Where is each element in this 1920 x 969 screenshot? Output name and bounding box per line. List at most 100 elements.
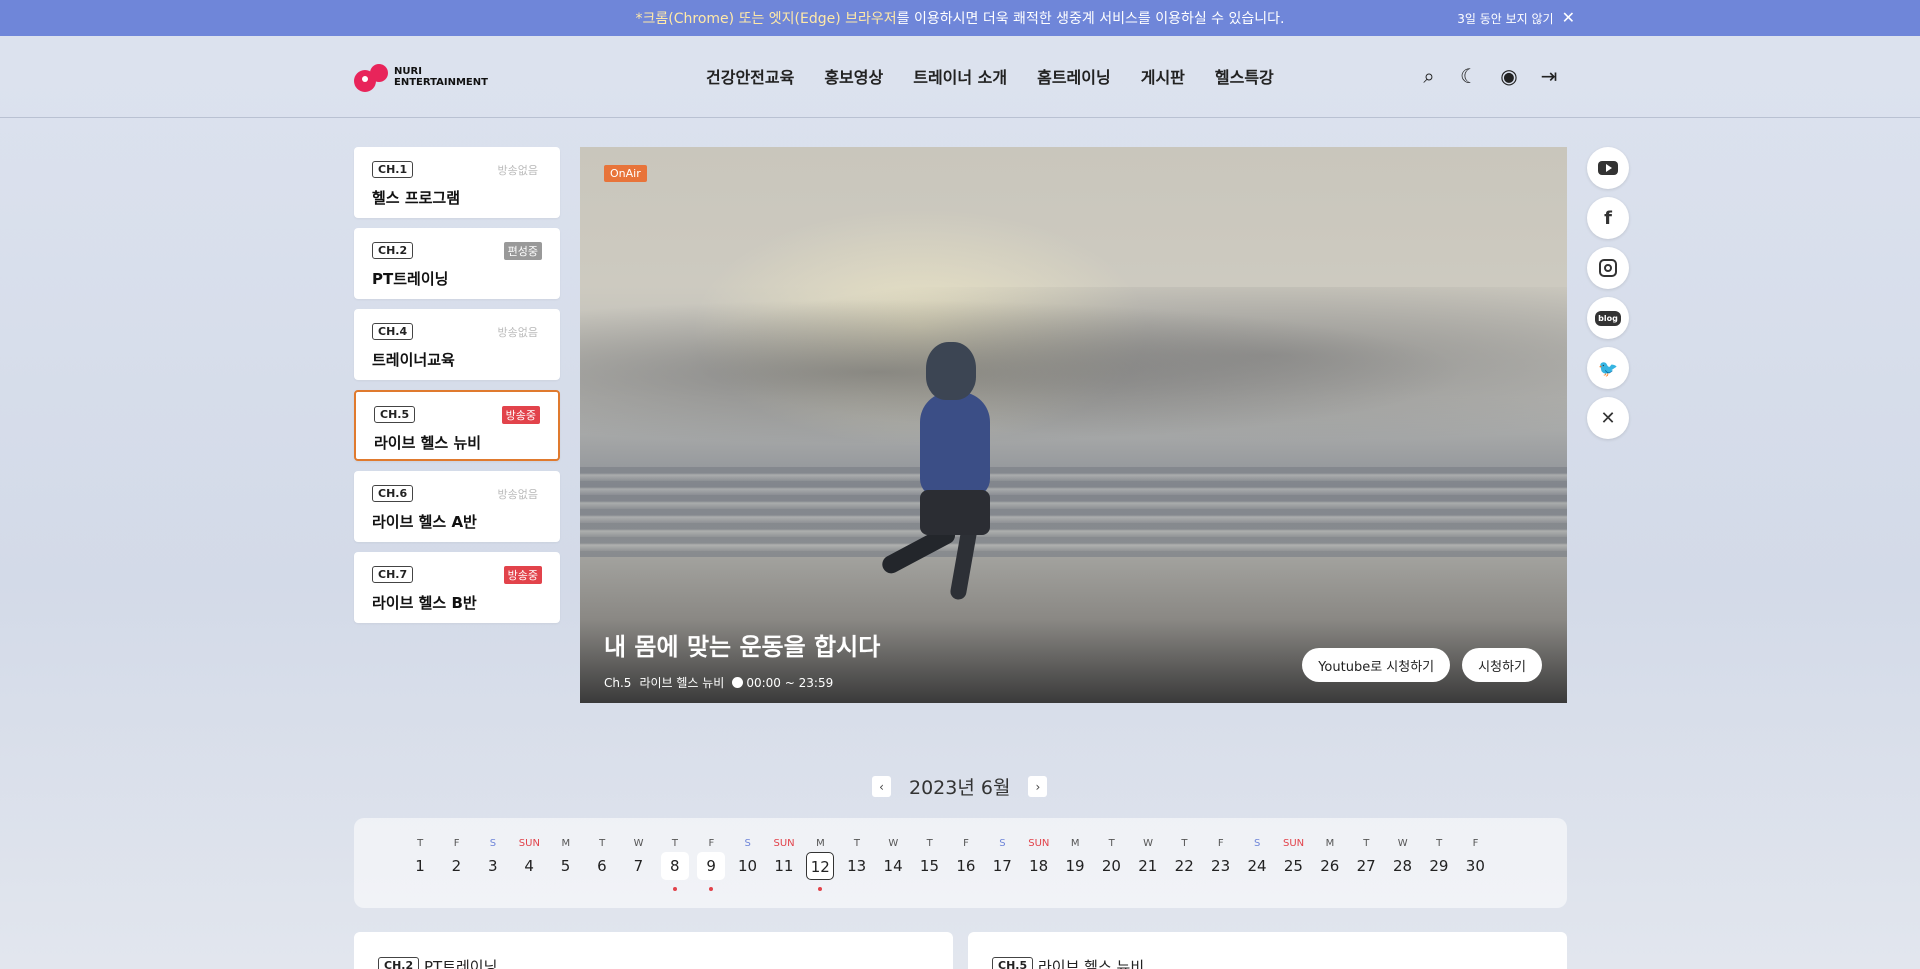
calendar-day[interactable]: T1 bbox=[402, 818, 438, 908]
day-number[interactable]: 30 bbox=[1461, 852, 1489, 880]
day-number[interactable]: 5 bbox=[552, 852, 580, 880]
instagram-link[interactable] bbox=[1587, 247, 1629, 289]
calendar-day[interactable]: W 28 bbox=[1385, 818, 1421, 908]
calendar-day[interactable]: SUN 4 bbox=[511, 818, 547, 908]
day-number[interactable]: 2 bbox=[442, 852, 470, 880]
facebook-link[interactable]: f bbox=[1587, 197, 1629, 239]
calendar-day[interactable]: F2 bbox=[438, 818, 474, 908]
calendar-day[interactable]: M 26 bbox=[1312, 818, 1348, 908]
day-number[interactable]: 12 bbox=[806, 852, 835, 880]
day-number[interactable]: 28 bbox=[1389, 852, 1417, 880]
calendar-day[interactable]: S 24 bbox=[1239, 818, 1275, 908]
calendar-day[interactable]: SUN 18 bbox=[1021, 818, 1057, 908]
day-number[interactable]: 1 bbox=[406, 852, 434, 880]
day-number[interactable]: 24 bbox=[1243, 852, 1271, 880]
day-number[interactable]: 29 bbox=[1425, 852, 1453, 880]
nav-item-5[interactable]: 헬스특강 bbox=[1215, 64, 1274, 88]
day-number[interactable]: 13 bbox=[843, 852, 871, 880]
day-number[interactable]: 9 bbox=[697, 852, 726, 880]
nav-item-2[interactable]: 트레이너 소개 bbox=[913, 64, 1007, 88]
channel-item[interactable]: CH.2 편성중 PT트레이닝 bbox=[354, 228, 560, 299]
next-month-button[interactable]: › bbox=[1028, 776, 1048, 797]
calendar-day[interactable]: T8 bbox=[657, 818, 693, 908]
calendar-day[interactable]: T 15 bbox=[911, 818, 947, 908]
channel-item[interactable]: CH.5 방송중 라이브 헬스 뉴비 bbox=[354, 390, 560, 461]
channel-item[interactable]: CH.1 방송없음 헬스 프로그램 bbox=[354, 147, 560, 218]
eye-icon[interactable]: ◉ bbox=[1498, 65, 1520, 87]
day-number[interactable]: 15 bbox=[915, 852, 943, 880]
day-number[interactable]: 3 bbox=[479, 852, 507, 880]
day-number[interactable]: 19 bbox=[1061, 852, 1089, 880]
calendar-day[interactable]: F 23 bbox=[1203, 818, 1239, 908]
notice-message: *크롬(Chrome) 또는 엣지(Edge) 브라우저를 이용하시면 더욱 쾌… bbox=[636, 8, 1285, 28]
notice-dismiss-label[interactable]: 3일 동안 보지 않기 bbox=[1457, 10, 1553, 27]
calendar-day[interactable]: T 22 bbox=[1166, 818, 1202, 908]
day-number[interactable]: 17 bbox=[988, 852, 1016, 880]
live-video-player[interactable]: OnAir 내 몸에 맞는 운동을 합시다 Ch.5 라이브 헬스 뉴비 00:… bbox=[580, 147, 1567, 703]
schedule-card-2[interactable]: CH.5 라이브 헬스 뉴비 bbox=[968, 932, 1567, 969]
day-number[interactable]: 11 bbox=[770, 852, 798, 880]
calendar-day[interactable]: T 27 bbox=[1348, 818, 1384, 908]
calendar-day[interactable]: W 14 bbox=[875, 818, 911, 908]
schedule-card-1[interactable]: CH.2 PT트레이닝 bbox=[354, 932, 953, 969]
blog-link[interactable]: blog bbox=[1587, 297, 1629, 339]
nav-item-0[interactable]: 건강안전교육 bbox=[706, 64, 794, 88]
close-icon[interactable]: ✕ bbox=[1562, 10, 1575, 26]
logo-line-2: ENTERTAINMENT bbox=[394, 77, 488, 88]
calendar-day[interactable]: W7 bbox=[620, 818, 656, 908]
channel-item[interactable]: CH.4 방송없음 트레이너교육 bbox=[354, 309, 560, 380]
day-number[interactable]: 8 bbox=[660, 852, 689, 880]
youtube-link[interactable] bbox=[1587, 147, 1629, 189]
login-icon[interactable]: ⇥ bbox=[1538, 65, 1560, 87]
watch-button[interactable]: 시청하기 bbox=[1462, 648, 1542, 682]
channel-item[interactable]: CH.6 방송없음 라이브 헬스 A반 bbox=[354, 471, 560, 542]
calendar-day[interactable]: W 21 bbox=[1130, 818, 1166, 908]
calendar-day[interactable]: M5 bbox=[548, 818, 584, 908]
search-icon[interactable]: ⌕ bbox=[1418, 65, 1440, 87]
calendar-day[interactable]: F9 bbox=[693, 818, 729, 908]
channel-number: CH.6 bbox=[372, 485, 414, 502]
calendar-day[interactable]: S 17 bbox=[984, 818, 1020, 908]
day-number[interactable]: 10 bbox=[734, 852, 762, 880]
calendar-day[interactable]: SUN 11 bbox=[766, 818, 802, 908]
day-number[interactable]: 22 bbox=[1170, 852, 1198, 880]
day-number[interactable]: 27 bbox=[1352, 852, 1380, 880]
day-number[interactable]: 25 bbox=[1279, 852, 1307, 880]
calendar-day[interactable]: F 30 bbox=[1457, 818, 1493, 908]
calendar-day[interactable]: SUN 25 bbox=[1275, 818, 1311, 908]
day-number[interactable]: 21 bbox=[1134, 852, 1162, 880]
moon-icon[interactable]: ☾ bbox=[1458, 65, 1480, 87]
day-number[interactable]: 20 bbox=[1097, 852, 1125, 880]
calendar-day[interactable]: T6 bbox=[584, 818, 620, 908]
nav-item-1[interactable]: 홍보영상 bbox=[824, 64, 883, 88]
channel-name: 라이브 헬스 A반 bbox=[372, 513, 477, 531]
nav-item-4[interactable]: 게시판 bbox=[1141, 64, 1185, 88]
calendar-day[interactable]: T 13 bbox=[839, 818, 875, 908]
nav-item-3[interactable]: 홈트레이닝 bbox=[1037, 64, 1111, 88]
day-number[interactable]: 26 bbox=[1316, 852, 1344, 880]
calendar-day[interactable]: M 19 bbox=[1057, 818, 1093, 908]
youtube-watch-button[interactable]: Youtube로 시청하기 bbox=[1302, 648, 1451, 682]
twitter-link[interactable]: 🐦 bbox=[1587, 347, 1629, 389]
day-number[interactable]: 23 bbox=[1207, 852, 1235, 880]
channel-item[interactable]: CH.7 방송중 라이브 헬스 B반 bbox=[354, 552, 560, 623]
prev-month-button[interactable]: ‹ bbox=[872, 776, 891, 797]
video-title: 내 몸에 맞는 운동을 합시다 bbox=[604, 633, 881, 661]
calendar-day[interactable]: T 29 bbox=[1421, 818, 1457, 908]
day-number[interactable]: 4 bbox=[515, 852, 543, 880]
site-logo[interactable]: NURI ENTERTAINMENT bbox=[354, 62, 488, 92]
calendar-day[interactable]: T 20 bbox=[1093, 818, 1129, 908]
day-number[interactable]: 6 bbox=[588, 852, 616, 880]
day-number[interactable]: 14 bbox=[879, 852, 907, 880]
calendar-day[interactable]: S3 bbox=[475, 818, 511, 908]
day-number[interactable]: 18 bbox=[1025, 852, 1053, 880]
day-number[interactable]: 7 bbox=[624, 852, 652, 880]
calendar-day[interactable]: M 12 bbox=[802, 818, 838, 908]
browser-notice-bar: *크롬(Chrome) 또는 엣지(Edge) 브라우저를 이용하시면 더욱 쾌… bbox=[0, 0, 1920, 36]
day-number[interactable]: 16 bbox=[952, 852, 980, 880]
calendar-day[interactable]: F 16 bbox=[948, 818, 984, 908]
notice-dismiss[interactable]: 3일 동안 보지 않기 ✕ bbox=[1457, 0, 1575, 36]
social-close-button[interactable]: ✕ bbox=[1587, 397, 1629, 439]
calendar-day[interactable]: S 10 bbox=[730, 818, 766, 908]
clock-icon bbox=[732, 676, 744, 688]
